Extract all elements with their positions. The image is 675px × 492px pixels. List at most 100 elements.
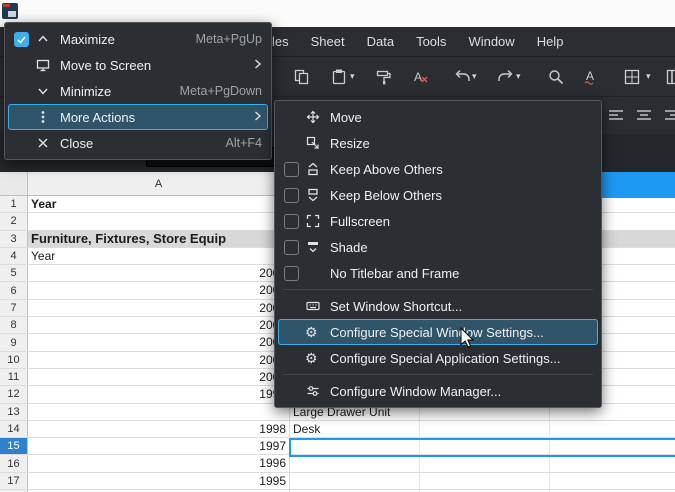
row-header[interactable]: 16 xyxy=(0,455,28,471)
cell-a12[interactable]: 1999 xyxy=(28,386,290,402)
cell-a3-title[interactable]: Furniture, Fixtures, Store Equip xyxy=(28,231,290,247)
borders-icon[interactable] xyxy=(620,65,644,89)
borders-dropdown-icon[interactable]: ▾ xyxy=(646,71,651,82)
menu-styles-partial[interactable]: les xyxy=(272,34,289,49)
menu-sheet[interactable]: Sheet xyxy=(311,34,345,49)
row-header[interactable]: 8 xyxy=(0,317,28,333)
column-header-a[interactable]: A xyxy=(28,172,290,195)
keep-below-checkbox[interactable] xyxy=(284,188,299,203)
menu-item-label: Fullscreen xyxy=(330,214,592,229)
window-context-menu: Maximize Meta+PgUp Move to Screen Minimi… xyxy=(4,22,272,160)
paste-icon[interactable] xyxy=(327,65,351,89)
cell-a17[interactable]: 1995 xyxy=(28,473,290,489)
row-header[interactable]: 1 xyxy=(0,196,28,212)
row-header[interactable]: 12 xyxy=(0,386,28,402)
row-header[interactable]: 3 xyxy=(0,231,28,247)
row-header[interactable]: 5 xyxy=(0,265,28,281)
align-right-icon[interactable] xyxy=(660,103,675,127)
cell[interactable] xyxy=(550,421,675,437)
cell[interactable] xyxy=(420,473,550,489)
cell-a13[interactable] xyxy=(28,404,290,420)
clear-direct-formatting-icon[interactable]: A xyxy=(408,65,432,89)
row-header[interactable]: 9 xyxy=(0,334,28,350)
select-all-corner[interactable] xyxy=(0,172,28,195)
shade-checkbox[interactable] xyxy=(284,240,299,255)
row-header[interactable]: 10 xyxy=(0,352,28,368)
align-left-icon[interactable] xyxy=(604,103,628,127)
row-header-selected[interactable]: 15 xyxy=(0,438,28,454)
find-replace-icon[interactable] xyxy=(544,65,568,89)
keep-above-checkbox[interactable] xyxy=(284,162,299,177)
row-header[interactable]: 11 xyxy=(0,369,28,385)
freeze-panes-icon[interactable] xyxy=(662,65,675,89)
selected-column-header-highlight[interactable] xyxy=(598,172,675,198)
cell-a6[interactable]: 2005 xyxy=(28,282,290,298)
row-header[interactable]: 14 xyxy=(0,421,28,437)
menu-item-move-to-screen[interactable]: Move to Screen xyxy=(8,52,268,78)
menu-item-more-actions[interactable]: More Actions xyxy=(8,104,268,130)
row-header[interactable]: 17 xyxy=(0,473,28,489)
no-titlebar-checkbox[interactable] xyxy=(284,266,299,281)
menu-help[interactable]: Help xyxy=(537,34,564,49)
cell-a15[interactable]: 1997 xyxy=(28,438,290,454)
menu-item-configure-special-window-settings[interactable]: ⚙ Configure Special Window Settings... xyxy=(278,319,598,345)
menu-item-keep-above-others[interactable]: Keep Above Others xyxy=(278,156,598,182)
menu-item-move[interactable]: Move xyxy=(278,104,598,130)
menu-separator xyxy=(283,374,593,375)
cell[interactable] xyxy=(420,455,550,471)
cell-a11[interactable]: 2000 xyxy=(28,369,290,385)
cell-a9[interactable]: 2002 xyxy=(28,334,290,350)
cell[interactable] xyxy=(550,455,675,471)
fullscreen-checkbox[interactable] xyxy=(284,214,299,229)
cell-a1[interactable]: Year xyxy=(28,196,290,212)
redo-dropdown-icon[interactable]: ▾ xyxy=(516,71,521,82)
menu-item-configure-special-application-settings[interactable]: ⚙ Configure Special Application Settings… xyxy=(278,345,598,371)
cell[interactable] xyxy=(420,421,550,437)
menu-window[interactable]: Window xyxy=(468,34,514,49)
menu-item-resize[interactable]: Resize xyxy=(278,130,598,156)
paste-dropdown-icon[interactable]: ▾ xyxy=(350,71,355,82)
cell[interactable] xyxy=(290,473,420,489)
cell-a16[interactable]: 1996 xyxy=(28,455,290,471)
row-header[interactable]: 13 xyxy=(0,404,28,420)
maximize-icon xyxy=(35,31,60,47)
menu-item-configure-window-manager[interactable]: Configure Window Manager... xyxy=(278,378,598,404)
copy-icon[interactable] xyxy=(290,65,314,89)
maximize-checkbox[interactable] xyxy=(14,32,29,47)
menu-tools[interactable]: Tools xyxy=(416,34,446,49)
move-icon xyxy=(305,109,330,125)
app-window-icon[interactable] xyxy=(2,3,18,19)
menu-item-keep-below-others[interactable]: Keep Below Others xyxy=(278,182,598,208)
redo-icon[interactable] xyxy=(494,65,518,89)
cell-a7[interactable]: 2004 xyxy=(28,300,290,316)
menu-item-close[interactable]: Close Alt+F4 xyxy=(8,130,268,156)
cell-a8[interactable]: 2003 xyxy=(28,317,290,333)
cell-a5[interactable]: 2006 xyxy=(28,265,290,281)
cell-a14[interactable]: 1998 xyxy=(28,421,290,437)
cell-b14[interactable]: Desk xyxy=(290,421,420,437)
menu-data[interactable]: Data xyxy=(367,34,394,49)
row-header[interactable]: 2 xyxy=(0,213,28,229)
menu-item-set-window-shortcut[interactable]: Set Window Shortcut... xyxy=(278,293,598,319)
menu-item-minimize[interactable]: Minimize Meta+PgDown xyxy=(8,78,268,104)
clone-formatting-icon[interactable] xyxy=(372,65,396,89)
row-header[interactable]: 6 xyxy=(0,282,28,298)
cell-a4[interactable]: Year xyxy=(28,248,290,264)
menu-item-shade[interactable]: Shade xyxy=(278,234,598,260)
align-center-icon[interactable] xyxy=(632,103,656,127)
cell[interactable] xyxy=(290,455,420,471)
minimize-icon xyxy=(35,83,60,99)
row-header[interactable]: 7 xyxy=(0,300,28,316)
undo-icon[interactable] xyxy=(450,65,474,89)
cell[interactable] xyxy=(550,473,675,489)
cell-a2[interactable] xyxy=(28,213,290,229)
menu-item-no-titlebar-and-frame[interactable]: No Titlebar and Frame xyxy=(278,260,598,286)
menu-item-maximize[interactable]: Maximize Meta+PgUp xyxy=(8,26,268,52)
row-header[interactable]: 4 xyxy=(0,248,28,264)
submenu-arrow-icon xyxy=(250,58,262,73)
undo-dropdown-icon[interactable]: ▾ xyxy=(472,71,477,82)
menu-item-fullscreen[interactable]: Fullscreen xyxy=(278,208,598,234)
spelling-icon[interactable]: A xyxy=(579,65,603,89)
shortcut-label: Meta+PgDown xyxy=(180,84,262,98)
cell-a10[interactable]: 2001 xyxy=(28,352,290,368)
